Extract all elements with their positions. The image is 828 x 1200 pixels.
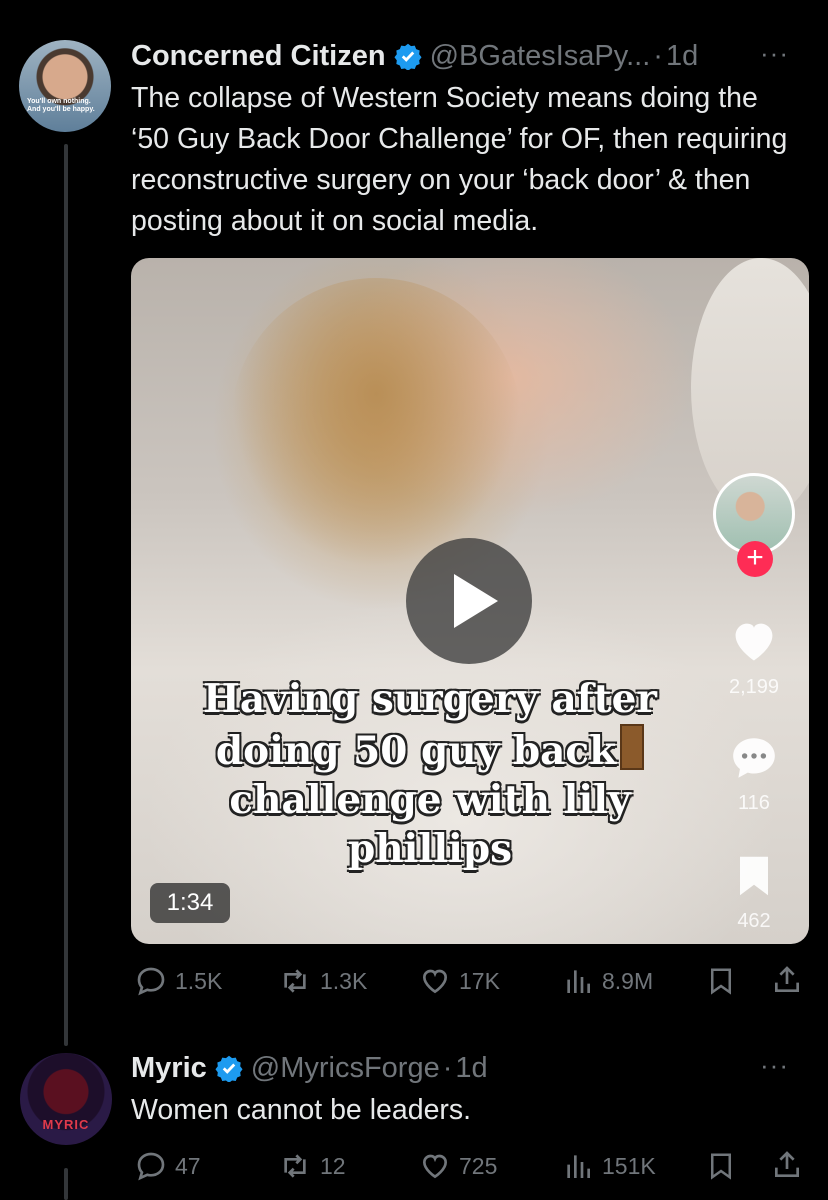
avatar-caption: You'll own nothing. And you'll be happy. <box>27 98 95 113</box>
bookmark-outline-icon[interactable] <box>706 1150 736 1182</box>
verified-badge-icon <box>394 43 422 70</box>
video-duration: 1:34 <box>150 883 230 923</box>
door-emoji-icon <box>620 724 645 770</box>
timestamp[interactable]: 1d <box>666 40 698 73</box>
tweet-text: Women cannot be leaders. <box>131 1094 472 1126</box>
share-icon[interactable] <box>771 963 803 997</box>
views-count: 8.9M <box>602 967 654 994</box>
tweet-text: The collapse of Western Society means do… <box>131 82 788 237</box>
reply-button[interactable]: 47 <box>135 1148 201 1184</box>
repost-count: 12 <box>320 1152 346 1179</box>
repost-button[interactable]: 12 <box>278 1148 346 1184</box>
display-name[interactable]: Myric <box>131 1052 207 1085</box>
follow-plus-icon[interactable]: + <box>737 541 773 577</box>
views-count: 151K <box>602 1152 656 1179</box>
like-count: 725 <box>459 1152 498 1179</box>
video-caption: Having surgery after doing 50 guy back c… <box>203 676 657 872</box>
timestamp[interactable]: 1d <box>455 1052 487 1085</box>
thread-line <box>64 1168 68 1200</box>
like-button[interactable]: 725 <box>419 1148 497 1184</box>
verified-badge-icon <box>215 1055 243 1082</box>
thread-line <box>64 144 68 1046</box>
avatar[interactable]: You'll own nothing. And you'll be happy. <box>19 40 111 132</box>
reply-icon <box>137 967 165 996</box>
repost-icon <box>284 969 306 993</box>
like-heart-icon <box>422 969 448 994</box>
repost-button[interactable]: 1.3K <box>278 963 367 999</box>
views-button[interactable]: 8.9M <box>562 963 653 999</box>
likes-count: 2,199 <box>728 676 780 698</box>
like-button[interactable]: 17K <box>419 963 500 999</box>
more-options-icon[interactable]: ··· <box>760 1050 789 1081</box>
play-button-icon[interactable] <box>406 538 532 664</box>
views-bar-chart-icon <box>567 970 590 993</box>
views-bar-chart-icon <box>567 1155 590 1178</box>
views-button[interactable]: 151K <box>562 1148 656 1184</box>
display-name[interactable]: Concerned Citizen <box>131 40 386 73</box>
separator: · <box>653 39 663 72</box>
comment-bubble-icon[interactable] <box>729 733 779 783</box>
separator: · <box>442 1051 453 1084</box>
bookmark-icon[interactable] <box>733 852 775 900</box>
reply-count: 47 <box>175 1152 201 1179</box>
tweet-header: Myric @MyricsForge · 1d <box>131 1048 488 1088</box>
share-icon[interactable] <box>771 1148 803 1182</box>
heart-icon[interactable] <box>728 615 780 667</box>
reply-button[interactable]: 1.5K <box>135 963 222 999</box>
handle[interactable]: @MyricsForge <box>251 1052 440 1085</box>
repost-icon <box>284 1154 306 1178</box>
comments-count: 116 <box>738 792 770 814</box>
avatar[interactable]: MYRIC <box>20 1053 112 1145</box>
reply-icon <box>137 1152 165 1181</box>
like-heart-icon <box>422 1154 448 1179</box>
saves-count: 462 <box>737 910 771 932</box>
repost-count: 1.3K <box>320 967 368 994</box>
avatar-label: MYRIC <box>42 1117 90 1132</box>
handle[interactable]: @BGatesIsaPy... <box>430 40 651 73</box>
more-options-icon[interactable]: ··· <box>760 38 789 69</box>
bookmark-outline-icon[interactable] <box>706 965 736 997</box>
reply-count: 1.5K <box>175 967 223 994</box>
like-count: 17K <box>459 967 500 994</box>
tweet-header: Concerned Citizen @BGatesIsaPy... · 1d <box>131 36 698 76</box>
